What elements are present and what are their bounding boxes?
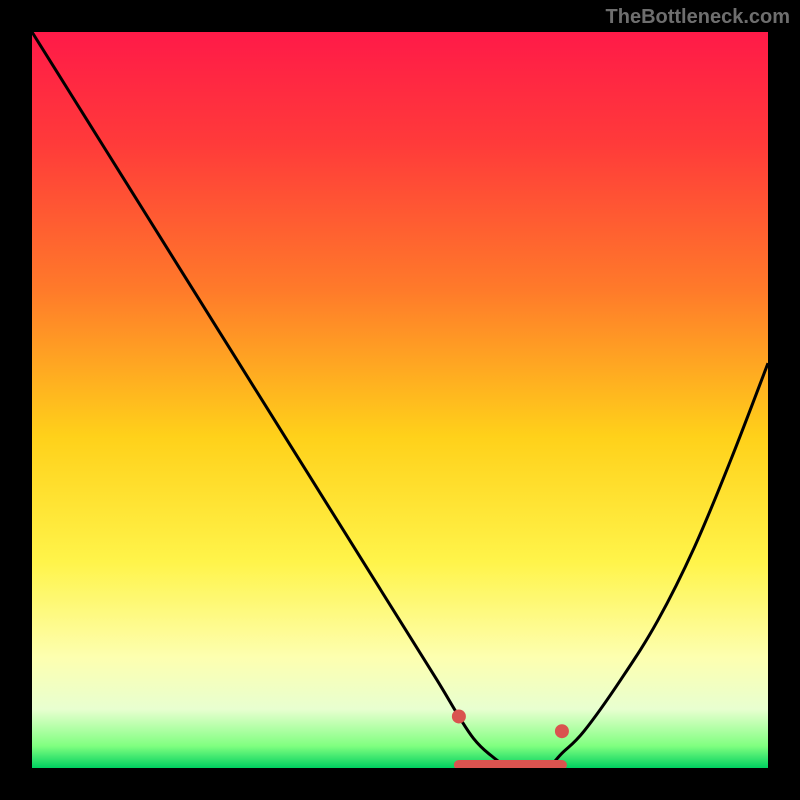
marker-dot-1 bbox=[555, 724, 569, 738]
marker-dot-0 bbox=[452, 709, 466, 723]
bottleneck-chart bbox=[0, 0, 800, 800]
chart-container: TheBottleneck.com bbox=[0, 0, 800, 800]
watermark-text: TheBottleneck.com bbox=[606, 6, 790, 29]
